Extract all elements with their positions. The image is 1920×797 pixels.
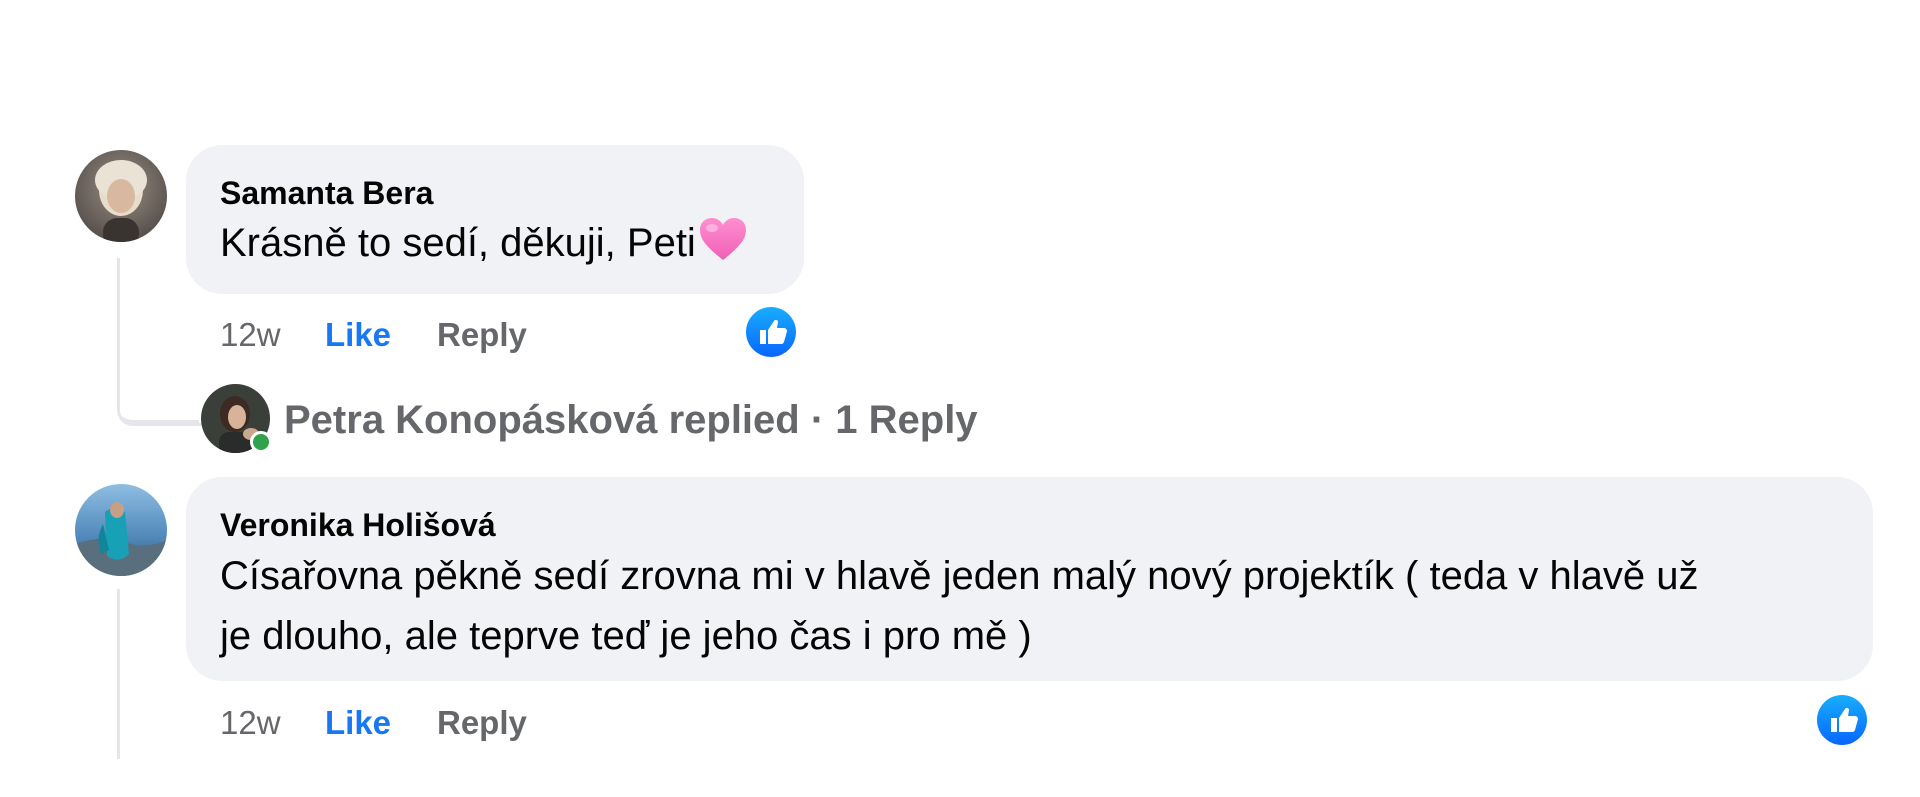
avatar-samanta[interactable] (75, 150, 167, 242)
view-replies-link[interactable]: Petra Konopásková replied · 1 Reply (284, 398, 978, 443)
comment-text-line-1: Císařovna pěkně sedí zrovna mi v hlavě j… (220, 554, 1699, 598)
reply-button[interactable]: Reply (437, 704, 527, 742)
avatar-veronika-image (75, 484, 167, 576)
online-status-indicator (250, 431, 272, 453)
pink-heart-icon (698, 216, 748, 280)
reaction-badge[interactable] (744, 305, 798, 359)
like-button[interactable]: Like (325, 704, 391, 742)
comment-text: Krásně to sedí, děkuji, Peti (220, 213, 748, 280)
thread-elbow-1b (117, 370, 202, 426)
avatar-samanta-image (75, 150, 167, 242)
reply-button[interactable]: Reply (437, 316, 527, 354)
like-reaction-icon (1817, 695, 1867, 745)
like-reaction-icon (746, 307, 796, 357)
thread-line-2 (117, 589, 120, 759)
comment-text-line-2: je dlouho, ale teprve teď je jeho čas i … (220, 614, 1032, 658)
avatar-veronika[interactable] (75, 484, 167, 576)
comment-timestamp[interactable]: 12w (220, 704, 281, 742)
comment-author[interactable]: Veronika Holišová (220, 507, 496, 544)
reaction-badge[interactable] (1815, 693, 1869, 747)
comment-timestamp[interactable]: 12w (220, 316, 281, 354)
comment-author[interactable]: Samanta Bera (220, 175, 433, 212)
like-button[interactable]: Like (325, 316, 391, 354)
comment-text-content: Krásně to sedí, děkuji, Peti (220, 221, 696, 265)
